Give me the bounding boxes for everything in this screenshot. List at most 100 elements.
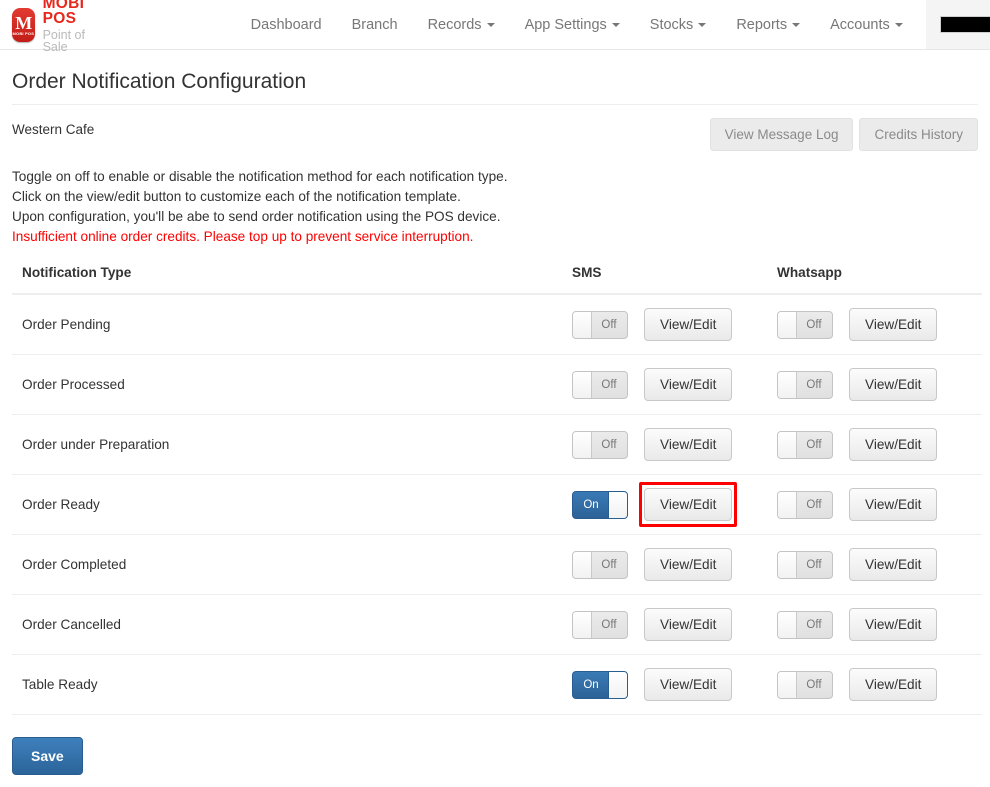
toggle-state-label: Off	[806, 318, 822, 331]
whatsapp-toggle[interactable]: Off	[777, 370, 833, 399]
toggle-knob	[778, 431, 797, 458]
sms-view-edit-button[interactable]: View/Edit	[644, 428, 733, 461]
header-sms: SMS	[572, 265, 777, 295]
whatsapp-view-edit-button[interactable]: View/Edit	[849, 668, 938, 701]
nav-item-branch[interactable]: Branch	[337, 0, 413, 49]
sms-view-edit-button[interactable]: View/Edit	[644, 308, 733, 341]
toggle-state-label: On	[583, 498, 599, 511]
sms-toggle[interactable]: On	[572, 670, 628, 699]
whatsapp-view-edit-wrap: View/Edit	[849, 368, 938, 401]
sms-toggle[interactable]: Off	[572, 610, 628, 639]
whatsapp-view-edit-button[interactable]: View/Edit	[849, 488, 938, 521]
store-name: Western Cafe	[12, 122, 95, 137]
nav-item-dashboard[interactable]: Dashboard	[236, 0, 337, 49]
toggle-state-label: Off	[806, 558, 822, 571]
whatsapp-toggle[interactable]: Off	[777, 550, 833, 579]
whatsapp-view-edit-button[interactable]: View/Edit	[849, 548, 938, 581]
sms-view-edit-wrap: View/Edit	[644, 308, 733, 341]
toggle-knob	[573, 311, 592, 338]
cell-whatsapp: Off View/Edit	[777, 474, 982, 535]
view-message-log-button[interactable]: View Message Log	[709, 118, 854, 151]
whatsapp-view-edit-wrap: View/Edit	[849, 668, 938, 701]
sms-view-edit-button[interactable]: View/Edit	[644, 608, 733, 641]
sms-view-edit-wrap: View/Edit	[644, 548, 733, 581]
nav-item-accounts[interactable]: Accounts	[815, 0, 918, 49]
cell-whatsapp: Off View/Edit	[777, 534, 982, 595]
cell-sms: On View/Edit	[572, 474, 777, 535]
chevron-down-icon	[792, 22, 801, 27]
table-body: Order Pending Off View/Edit Off View/Edi…	[12, 294, 982, 715]
chevron-down-icon	[894, 22, 903, 27]
whatsapp-toggle[interactable]: Off	[777, 670, 833, 699]
nav-items: Dashboard Branch Records App Settings St…	[236, 0, 990, 49]
table-row: Order Completed Off View/Edit Off View/E…	[12, 534, 982, 595]
store-and-actions-row: Western Cafe View Message Log Credits Hi…	[12, 118, 978, 151]
sms-view-edit-wrap: View/Edit	[644, 668, 733, 701]
sms-toggle[interactable]: Off	[572, 310, 628, 339]
toggle-knob	[778, 491, 797, 518]
sms-toggle[interactable]: Off	[572, 370, 628, 399]
cell-sms: Off View/Edit	[572, 294, 777, 355]
instruction-line-3: Upon configuration, you'll be abe to sen…	[12, 209, 501, 224]
whatsapp-view-edit-button[interactable]: View/Edit	[849, 428, 938, 461]
toggle-state-label: Off	[806, 498, 822, 511]
whatsapp-toggle[interactable]: Off	[777, 430, 833, 459]
toggle-state-label: Off	[806, 378, 822, 391]
toggle-knob	[573, 431, 592, 458]
toggle-knob	[573, 611, 592, 638]
cell-whatsapp: Off View/Edit	[777, 654, 982, 715]
row-label: Order Processed	[12, 354, 572, 415]
instruction-line-1: Toggle on off to enable or disable the n…	[12, 169, 508, 184]
cell-sms: On View/Edit	[572, 654, 777, 715]
sms-view-edit-wrap: View/Edit	[644, 608, 733, 641]
whatsapp-toggle[interactable]: Off	[777, 490, 833, 519]
sms-toggle[interactable]: Off	[572, 550, 628, 579]
nav-label: Accounts	[830, 16, 890, 33]
nav-label: Records	[427, 16, 482, 33]
toggle-knob	[778, 611, 797, 638]
row-label: Order Ready	[12, 474, 572, 535]
credits-history-button[interactable]: Credits History	[859, 118, 978, 151]
whatsapp-toggle[interactable]: Off	[777, 610, 833, 639]
table-row: Table Ready On View/Edit Off View/Edit	[12, 654, 982, 715]
toggle-state-label: Off	[601, 318, 617, 331]
whatsapp-view-edit-wrap: View/Edit	[849, 308, 938, 341]
sms-view-edit-button[interactable]: View/Edit	[644, 668, 733, 701]
brand-name: MOBI POS	[42, 0, 85, 27]
sms-toggle[interactable]: On	[572, 490, 628, 519]
table-row: Order Ready On View/Edit Off View/Edit	[12, 474, 982, 535]
whatsapp-view-edit-button[interactable]: View/Edit	[849, 368, 938, 401]
nav-item-app-settings[interactable]: App Settings	[510, 0, 635, 49]
cell-whatsapp: Off View/Edit	[777, 594, 982, 655]
instructions-block: Toggle on off to enable or disable the n…	[12, 167, 978, 247]
sms-view-edit-button[interactable]: View/Edit	[644, 488, 733, 521]
chevron-down-icon	[611, 22, 620, 27]
nav-item-stocks[interactable]: Stocks	[635, 0, 722, 49]
row-label: Order under Preparation	[12, 414, 572, 475]
whatsapp-view-edit-button[interactable]: View/Edit	[849, 308, 938, 341]
sms-toggle[interactable]: Off	[572, 430, 628, 459]
toggle-state-label: Off	[601, 558, 617, 571]
cell-sms: Off View/Edit	[572, 414, 777, 475]
row-label: Order Cancelled	[12, 594, 572, 655]
sms-view-edit-button[interactable]: View/Edit	[644, 548, 733, 581]
whatsapp-view-edit-button[interactable]: View/Edit	[849, 608, 938, 641]
whatsapp-view-edit-wrap: View/Edit	[849, 488, 938, 521]
sms-view-edit-wrap-highlighted: View/Edit	[638, 482, 738, 527]
save-button[interactable]: Save	[12, 737, 83, 775]
header-notification-type: Notification Type	[12, 265, 572, 295]
logo-letter: M	[15, 12, 32, 33]
toggle-knob	[608, 491, 627, 518]
logo-tiny-text: MOBI POS	[12, 30, 35, 36]
toggle-knob	[573, 551, 592, 578]
whatsapp-view-edit-wrap: View/Edit	[849, 608, 938, 641]
nav-item-user-account[interactable]	[925, 0, 990, 49]
toggle-state-label: Off	[601, 378, 617, 391]
mobi-pos-logo-icon: M MOBI POS	[12, 7, 35, 42]
nav-item-records[interactable]: Records	[413, 0, 510, 49]
whatsapp-toggle[interactable]: Off	[777, 310, 833, 339]
brand-logo[interactable]: M MOBI POS MOBI POS Point of Sale	[0, 0, 96, 53]
nav-item-reports[interactable]: Reports	[721, 0, 815, 49]
sms-view-edit-button[interactable]: View/Edit	[644, 368, 733, 401]
table-row: Order under Preparation Off View/Edit Of…	[12, 414, 982, 475]
